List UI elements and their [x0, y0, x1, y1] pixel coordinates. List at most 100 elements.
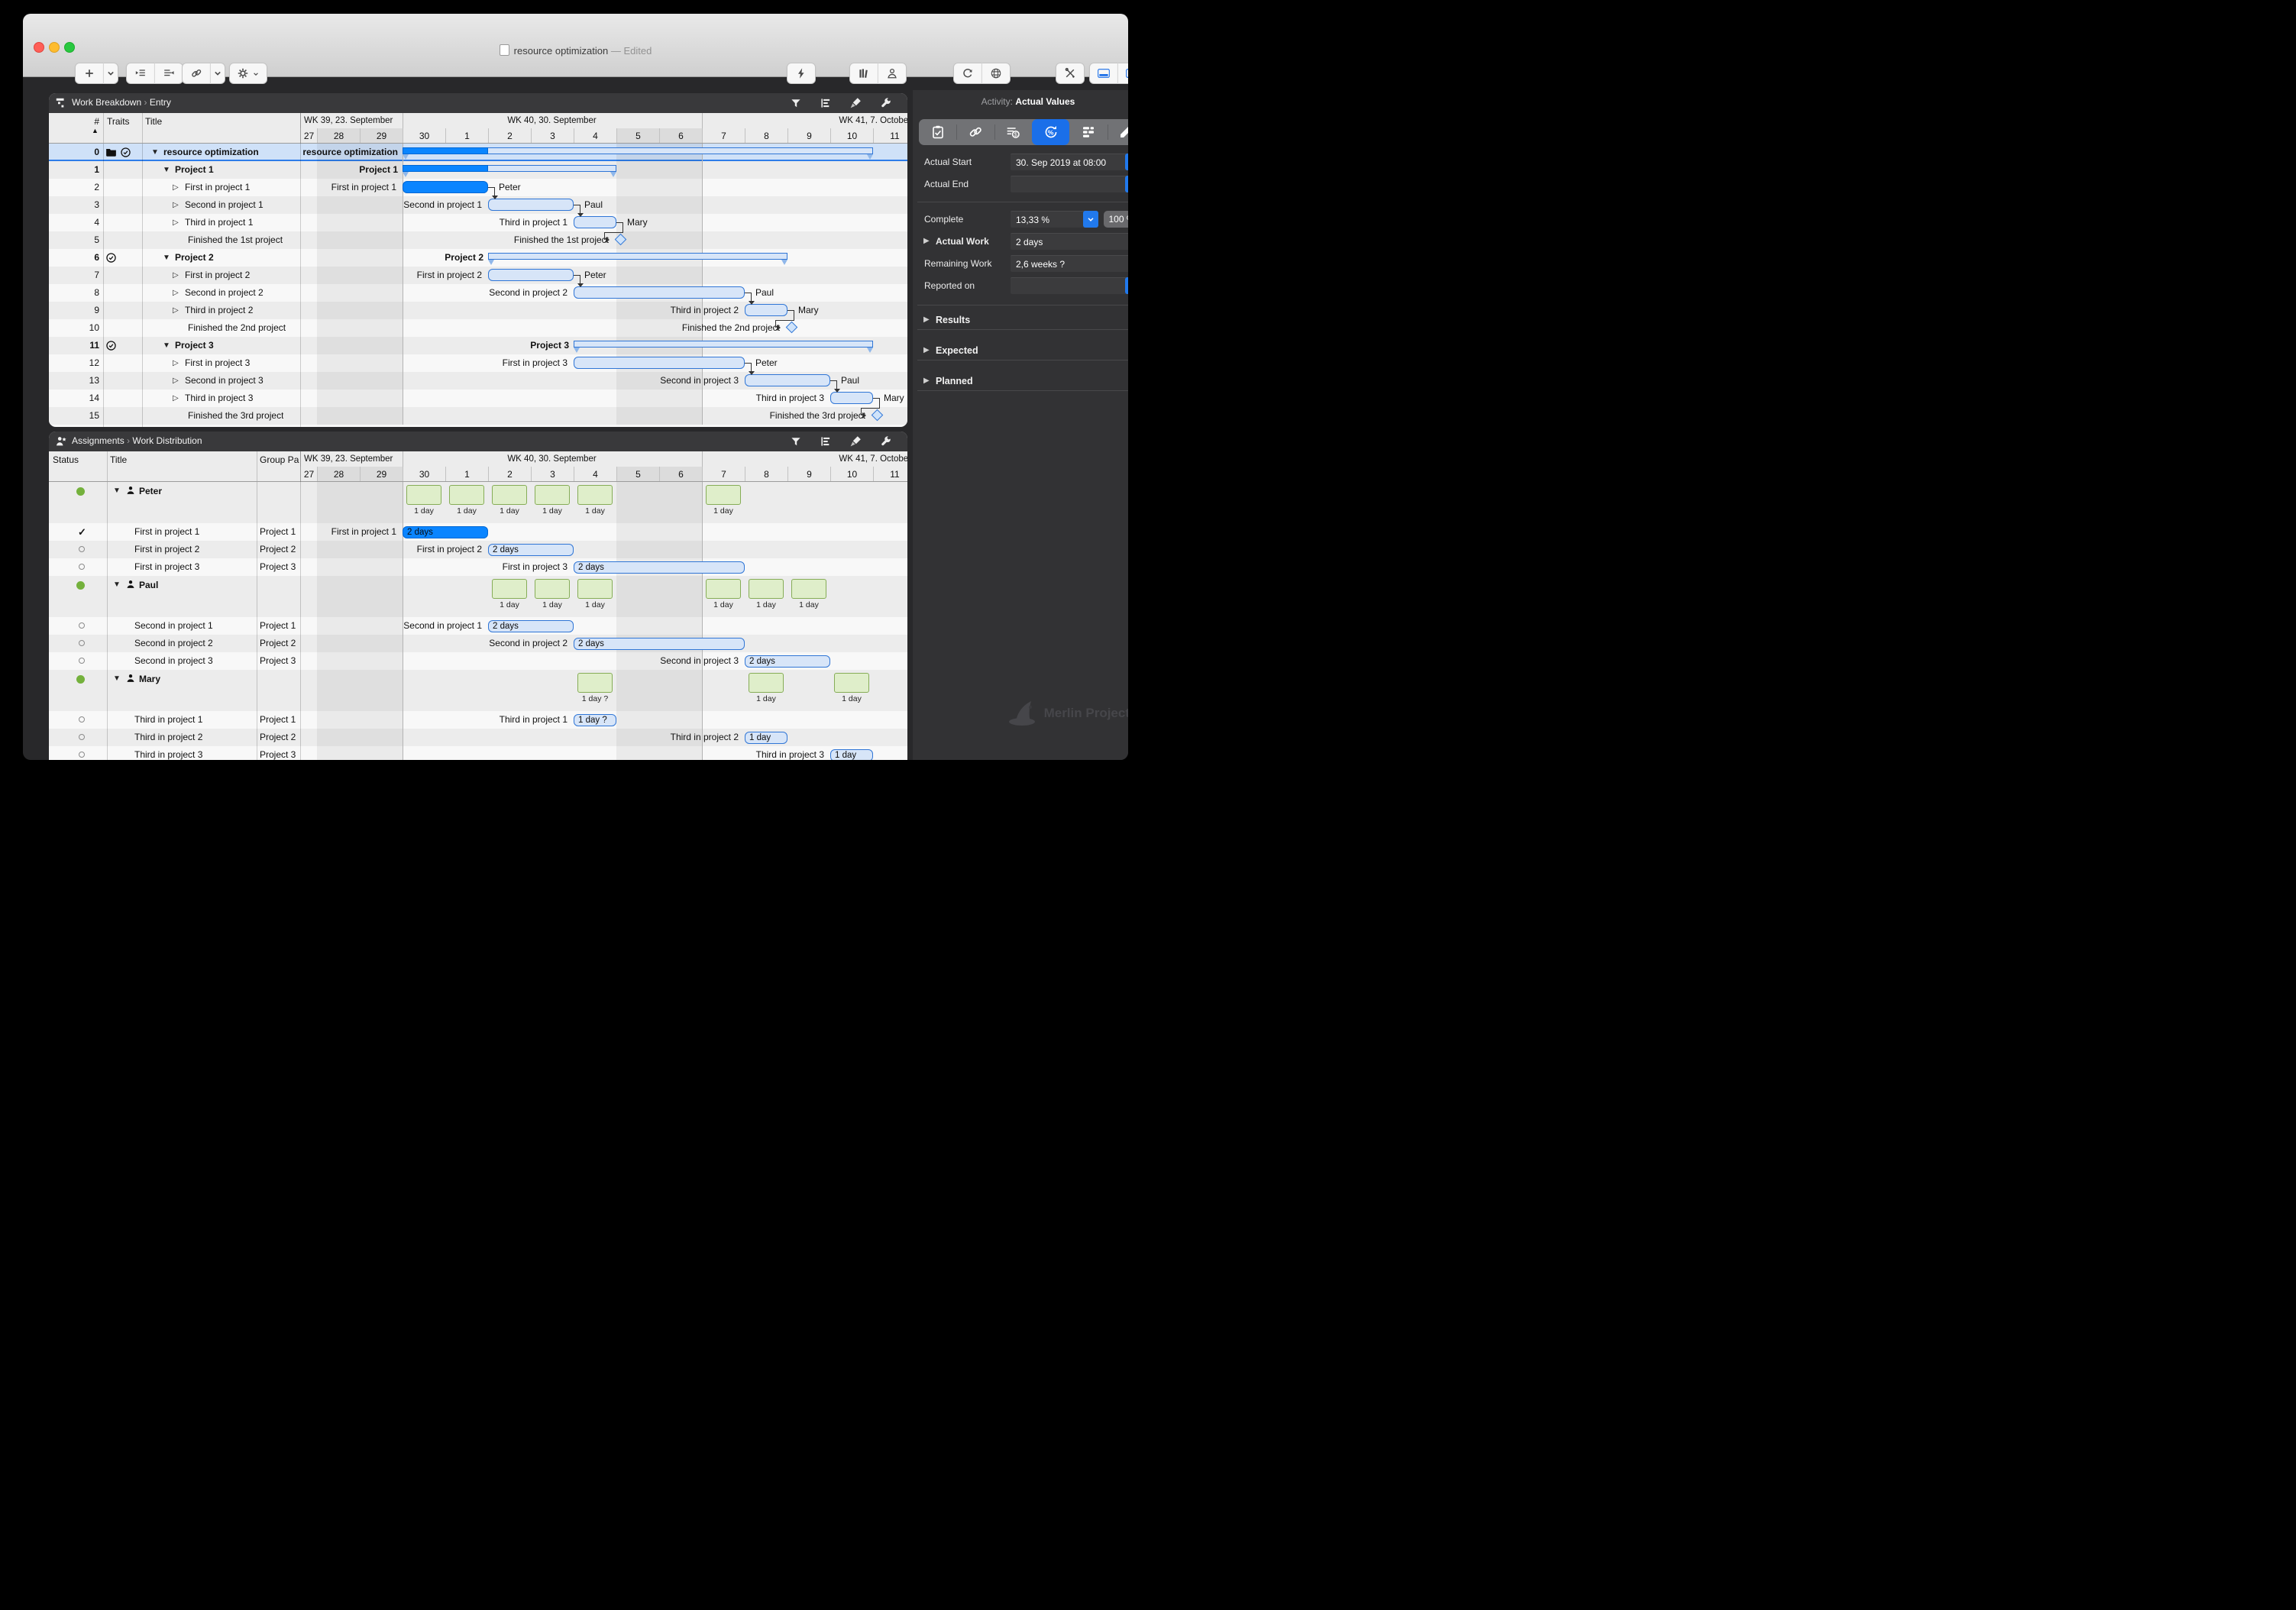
settings-button[interactable] — [229, 63, 267, 84]
tab-notes-tab[interactable] — [1108, 119, 1128, 145]
task-bar-done[interactable] — [403, 181, 488, 193]
row-title[interactable]: Finished the 3rd project — [188, 407, 283, 425]
field-value-box[interactable]: 2 days — [1011, 233, 1128, 250]
task-bar[interactable] — [574, 216, 616, 228]
assignment-title[interactable]: First in project 1 — [134, 523, 199, 541]
field-value-box[interactable] — [1011, 176, 1128, 192]
summary-bar[interactable] — [488, 253, 787, 260]
breadcrumb-current[interactable]: Entry — [150, 97, 171, 108]
disclosure-closed-icon[interactable]: ▷ — [173, 214, 179, 231]
row-title[interactable]: Second in project 3 — [185, 372, 264, 390]
assignment-bar[interactable]: 2 days — [488, 543, 574, 556]
add-button[interactable] — [75, 63, 104, 84]
disclosure-closed-icon[interactable]: ▷ — [173, 390, 179, 407]
outdent-button[interactable] — [154, 63, 183, 84]
milestone-diamond[interactable] — [614, 233, 627, 246]
resources-button[interactable] — [878, 63, 907, 84]
disclosure-closed-icon[interactable]: ▷ — [173, 179, 179, 196]
dropdown-button[interactable] — [1125, 277, 1128, 294]
task-bar[interactable] — [488, 199, 574, 211]
task-bar[interactable] — [574, 286, 745, 299]
row-title[interactable]: First in project 2 — [185, 267, 250, 284]
column-header-status[interactable]: Status — [53, 454, 79, 465]
breadcrumb-root[interactable]: Work Breakdown — [72, 97, 141, 108]
assignment-bar[interactable]: 2 days — [745, 655, 830, 668]
toggle-bottom-pane-button[interactable] — [1089, 63, 1118, 84]
breadcrumb-root[interactable]: Assignments — [72, 435, 125, 446]
disclosure-open-icon[interactable]: ▼ — [163, 337, 170, 354]
publish-button[interactable] — [981, 63, 1011, 84]
disclosure-open-icon[interactable]: ▼ — [113, 482, 121, 500]
column-header-num[interactable]: # — [49, 116, 99, 127]
task-bar[interactable] — [745, 374, 830, 386]
complete-100-button[interactable]: 100 % — [1104, 211, 1128, 228]
tab-info-tab[interactable] — [919, 119, 956, 145]
tools-button[interactable] — [1056, 63, 1085, 84]
resource-name[interactable]: Paul — [139, 576, 158, 594]
task-bar[interactable] — [488, 269, 574, 281]
disclosure-closed-icon[interactable]: ▷ — [173, 284, 179, 302]
row-title[interactable]: First in project 3 — [185, 354, 250, 372]
disclosure-open-icon[interactable]: ▼ — [113, 576, 121, 594]
row-title[interactable]: Project 1 — [175, 161, 214, 179]
section-header-expected[interactable]: Expected — [936, 343, 978, 358]
actions-button[interactable] — [787, 63, 816, 84]
link-options-button[interactable] — [210, 63, 225, 84]
section-header-planned[interactable]: Planned — [936, 373, 973, 389]
disclosure-closed-icon[interactable]: ▷ — [173, 354, 179, 372]
row-title[interactable]: Project 3 — [175, 337, 214, 354]
row-title[interactable]: Third in project 3 — [185, 390, 253, 407]
outline-button[interactable] — [820, 97, 832, 109]
column-header-traits[interactable]: Traits — [107, 116, 130, 127]
breadcrumb-current[interactable]: Work Distribution — [132, 435, 202, 446]
row-title[interactable]: Second in project 2 — [185, 284, 264, 302]
field-value-box[interactable]: 2,6 weeks ? — [1011, 255, 1128, 272]
tab-budget-tab[interactable]: $ — [994, 119, 1032, 145]
disclosure-closed-icon[interactable]: ▶ — [923, 373, 930, 389]
disclosure-open-icon[interactable]: ▼ — [163, 249, 170, 267]
assignment-bar[interactable]: 1 day — [830, 748, 873, 760]
assignment-title[interactable]: Second in project 1 — [134, 617, 213, 635]
disclosure-closed-icon[interactable]: ▷ — [173, 372, 179, 390]
dropdown-button[interactable] — [1125, 154, 1128, 170]
assignment-bar[interactable]: 2 days — [574, 637, 745, 650]
resource-name[interactable]: Mary — [139, 670, 160, 688]
column-header-group[interactable]: Group Pa — [260, 454, 299, 465]
sync-button[interactable] — [953, 63, 982, 84]
row-title[interactable]: First in project 1 — [185, 179, 250, 196]
disclosure-open-icon[interactable]: ▼ — [113, 670, 121, 688]
field-value-box[interactable]: 30. Sep 2019 at 08:00 — [1011, 154, 1128, 170]
row-title[interactable]: Second in project 1 — [185, 196, 264, 214]
outline-button[interactable] — [820, 435, 832, 448]
toggle-inspector-button[interactable] — [1117, 63, 1128, 84]
assignment-bar[interactable]: 1 day ? — [574, 713, 616, 726]
assignment-title[interactable]: Third in project 1 — [134, 711, 202, 729]
task-bar[interactable] — [830, 392, 873, 404]
assignment-title[interactable]: First in project 3 — [134, 558, 199, 576]
disclosure-closed-icon[interactable]: ▶ — [923, 233, 930, 250]
add-options-button[interactable] — [103, 63, 118, 84]
disclosure-closed-icon[interactable]: ▶ — [923, 312, 930, 328]
assignment-title[interactable]: Second in project 2 — [134, 635, 213, 652]
column-header-title[interactable]: Title — [110, 454, 127, 465]
assignment-bar[interactable]: 2 days — [488, 619, 574, 632]
assignment-title[interactable]: Second in project 3 — [134, 652, 213, 670]
row-title[interactable]: Finished the 2nd project — [188, 319, 286, 337]
format-button[interactable] — [849, 97, 862, 109]
assignment-title[interactable]: First in project 2 — [134, 541, 199, 558]
row-title[interactable]: Third in project 2 — [185, 302, 253, 319]
filter-button[interactable] — [790, 97, 802, 109]
tools-menu-button[interactable] — [880, 435, 892, 448]
link-button[interactable] — [182, 63, 211, 84]
row-title[interactable]: Project 2 — [175, 249, 214, 267]
tab-links-tab[interactable] — [956, 119, 994, 145]
disclosure-open-icon[interactable]: ▼ — [151, 144, 159, 161]
disclosure-closed-icon[interactable]: ▷ — [173, 267, 179, 284]
disclosure-closed-icon[interactable]: ▷ — [173, 196, 179, 214]
tab-actuals-tab[interactable]: % — [1032, 119, 1070, 145]
assignment-title[interactable]: Third in project 2 — [134, 729, 202, 746]
tools-menu-button[interactable] — [880, 97, 892, 109]
tab-values-tab[interactable] — [1069, 119, 1107, 145]
task-bar[interactable] — [745, 304, 787, 316]
section-header-results[interactable]: Results — [936, 312, 970, 328]
